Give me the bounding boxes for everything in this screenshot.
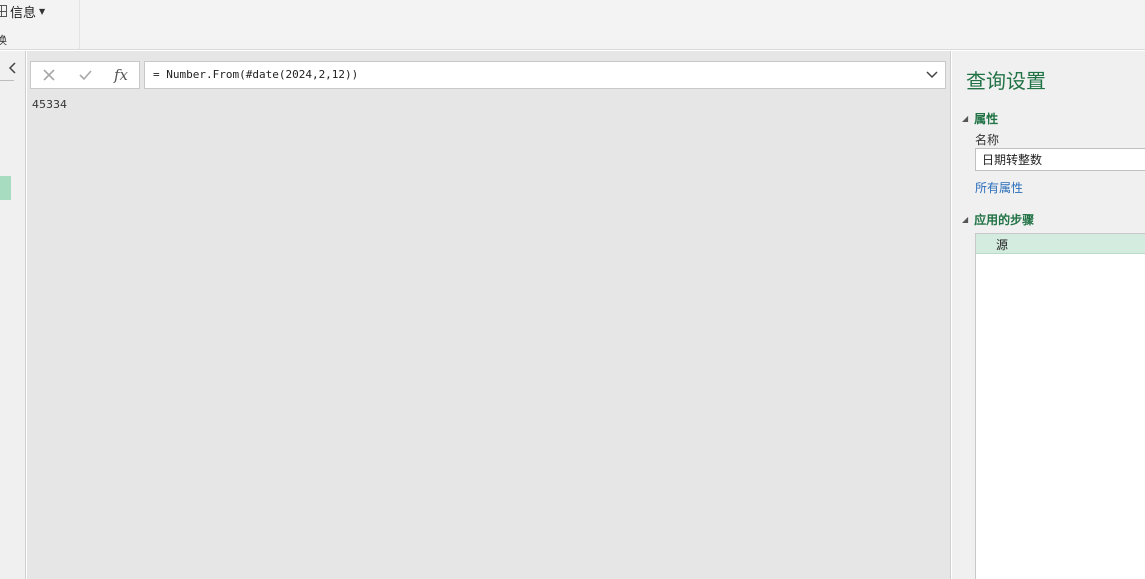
- query-name-input[interactable]: [975, 148, 1145, 171]
- formula-actions: fx: [30, 61, 140, 89]
- fx-icon: fx: [113, 66, 128, 84]
- expand-formula-button[interactable]: [923, 66, 941, 84]
- query-settings-pane: 查询设置 ◢ 属性 名称 所有属性 ◢ 应用的步骤 源: [952, 51, 1145, 579]
- applied-step-label: 源: [996, 238, 1009, 252]
- queries-pane: [0, 51, 26, 579]
- collapse-queries-button[interactable]: [6, 61, 20, 77]
- properties-header-label: 属性: [974, 112, 999, 126]
- applied-steps-section-header[interactable]: ◢ 应用的步骤: [962, 211, 1034, 228]
- applied-steps-list: 源: [975, 233, 1145, 579]
- cancel-formula-button[interactable]: [31, 62, 67, 88]
- info-button-label: 信息: [10, 5, 37, 21]
- caret-down-icon: ▼: [39, 6, 46, 16]
- ribbon: 信息 ▼ 换: [0, 0, 1145, 50]
- applied-step-item[interactable]: 源: [976, 234, 1145, 254]
- info-button[interactable]: 信息 ▼: [0, 2, 46, 21]
- all-properties-link[interactable]: 所有属性: [975, 179, 1023, 196]
- triangle-collapse-icon: ◢: [962, 215, 969, 224]
- settings-title: 查询设置: [966, 69, 1046, 93]
- chevron-down-icon: [926, 71, 938, 79]
- properties-section-header[interactable]: ◢ 属性: [962, 110, 998, 127]
- formula-text[interactable]: = Number.From(#date(2024,2,12)): [153, 62, 358, 88]
- ribbon-group-manage: 信息 ▼ 换: [0, 0, 80, 50]
- pane-divider: [0, 80, 14, 81]
- applied-steps-header-label: 应用的步骤: [974, 213, 1035, 227]
- selected-query-marker[interactable]: [0, 176, 11, 200]
- name-label: 名称: [975, 133, 1000, 147]
- triangle-collapse-icon: ◢: [962, 114, 969, 123]
- check-icon: [78, 70, 92, 81]
- result-value: 45334: [32, 98, 67, 111]
- grid-icon: [0, 5, 7, 17]
- ribbon-group-label: 换: [0, 34, 7, 47]
- formula-bar[interactable]: = Number.From(#date(2024,2,12)): [144, 61, 946, 89]
- close-icon: [43, 69, 55, 81]
- insert-function-button[interactable]: fx: [103, 62, 139, 88]
- chevron-left-icon: [8, 62, 16, 74]
- commit-formula-button[interactable]: [67, 62, 103, 88]
- editor-area: fx = Number.From(#date(2024,2,12)) 45334: [27, 51, 951, 579]
